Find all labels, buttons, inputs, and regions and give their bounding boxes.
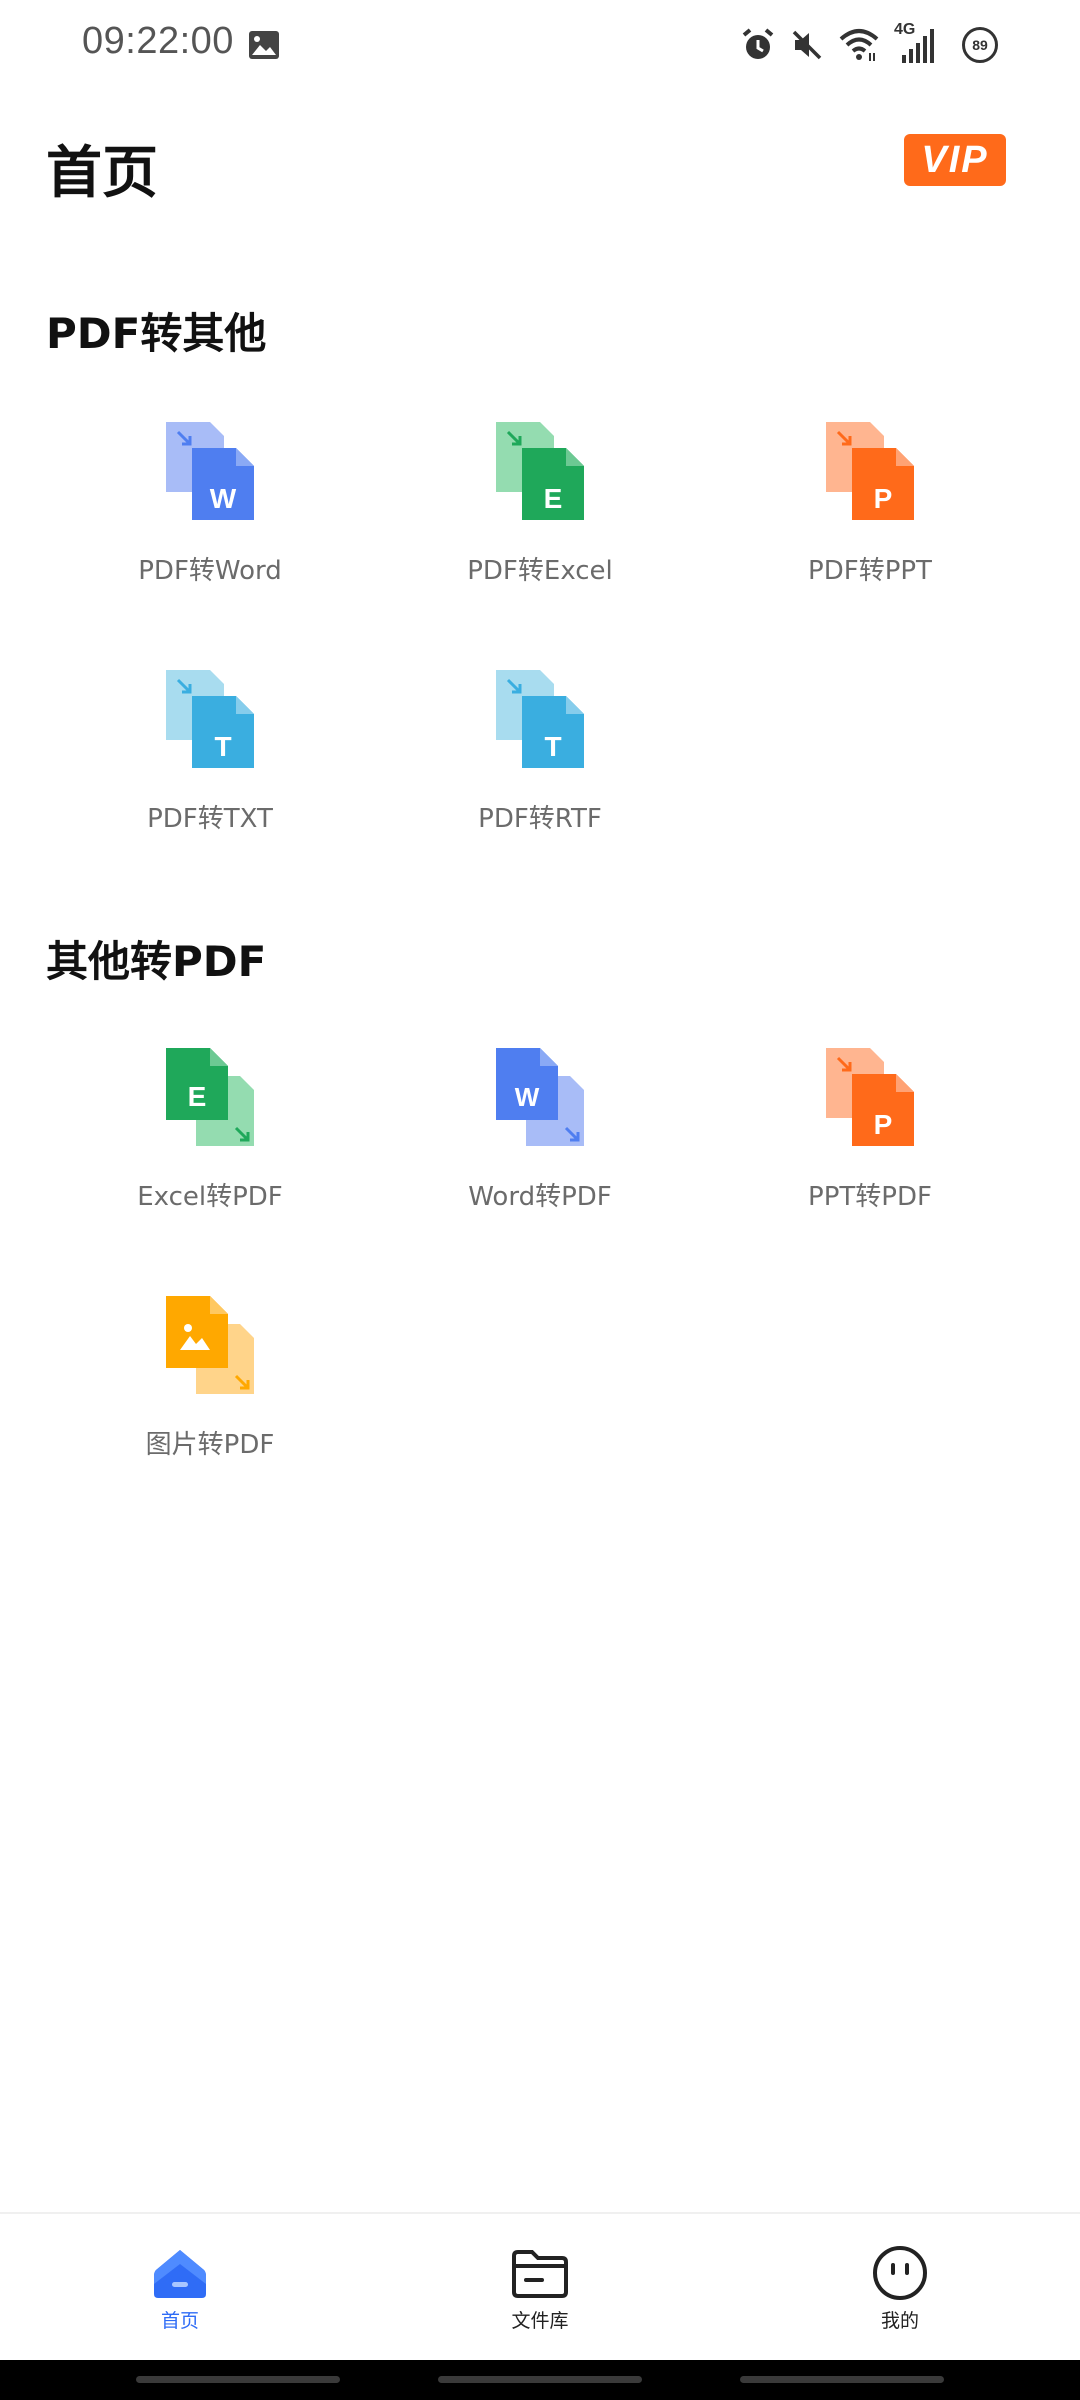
svg-text:P: P bbox=[874, 483, 893, 514]
excel-to-pdf-icon: E bbox=[166, 1048, 254, 1146]
svg-text:P: P bbox=[874, 1109, 893, 1140]
pdf-to-txt-icon: T bbox=[166, 670, 254, 768]
svg-text:E: E bbox=[544, 483, 563, 514]
status-bar: 09:22:00 4G 89 bbox=[0, 0, 1080, 90]
tool-word-to-pdf[interactable]: W Word转PDF bbox=[375, 1046, 705, 1246]
battery-icon: 89 bbox=[962, 27, 998, 63]
image-icon bbox=[249, 31, 279, 59]
nav-label-home: 首页 bbox=[160, 2310, 199, 2332]
tool-ppt-to-pdf[interactable]: P PPT转PDF bbox=[705, 1046, 1035, 1246]
tool-label: PDF转TXT bbox=[147, 804, 273, 834]
tool-pdf-to-excel[interactable]: E PDF转Excel bbox=[375, 420, 705, 620]
pdf-to-rtf-icon: T bbox=[496, 670, 584, 768]
alarm-icon bbox=[742, 28, 774, 59]
svg-text:W: W bbox=[515, 1082, 540, 1112]
signal-icon: 4G bbox=[894, 21, 938, 65]
system-gesture-bar bbox=[0, 2360, 1080, 2400]
tool-image-to-pdf[interactable]: 图片转PDF bbox=[45, 1294, 375, 1494]
tool-label: 图片转PDF bbox=[145, 1430, 275, 1460]
svg-text:W: W bbox=[210, 483, 237, 514]
home-icon bbox=[154, 2250, 206, 2298]
svg-text:T: T bbox=[544, 731, 561, 762]
nav-label-profile: 我的 bbox=[880, 2310, 919, 2332]
status-icons: 4G 89 bbox=[740, 21, 998, 68]
svg-text:T: T bbox=[214, 731, 231, 762]
tool-excel-to-pdf[interactable]: E Excel转PDF bbox=[45, 1046, 375, 1246]
mute-icon bbox=[792, 30, 822, 60]
tool-label: PDF转RTF bbox=[478, 804, 602, 834]
folder-icon bbox=[512, 2250, 568, 2298]
tool-pdf-to-txt[interactable]: T PDF转TXT bbox=[45, 668, 375, 868]
tool-pdf-to-ppt[interactable]: P PDF转PPT bbox=[705, 420, 1035, 620]
vip-button[interactable]: VIP bbox=[904, 134, 1006, 186]
gesture-pill-left[interactable] bbox=[136, 2376, 340, 2383]
wifi-icon bbox=[839, 29, 879, 61]
pdf-to-excel-icon: E bbox=[496, 422, 584, 520]
tool-label: PDF转Excel bbox=[467, 556, 613, 586]
nav-item-files[interactable]: 文件库 bbox=[440, 2244, 640, 2333]
nav-item-home[interactable]: 首页 bbox=[80, 2244, 280, 2333]
status-time: 09:22:00 bbox=[82, 20, 234, 62]
page-title: 首页 bbox=[46, 141, 158, 206]
svg-text:E: E bbox=[188, 1081, 207, 1112]
nav-item-profile[interactable]: 我的 bbox=[800, 2244, 1000, 2333]
tool-pdf-to-word[interactable]: W PDF转Word bbox=[45, 420, 375, 620]
tool-label: Excel转PDF bbox=[137, 1182, 283, 1212]
gesture-pill-center[interactable] bbox=[438, 2376, 642, 2383]
section-title-pdf-to-other: PDF转其他 bbox=[46, 309, 267, 358]
word-to-pdf-icon: W bbox=[496, 1048, 584, 1146]
profile-face-icon bbox=[873, 2246, 927, 2300]
tool-label: PPT转PDF bbox=[808, 1182, 932, 1212]
tool-label: PDF转PPT bbox=[808, 556, 932, 586]
image-to-pdf-icon bbox=[166, 1296, 254, 1394]
tool-label: PDF转Word bbox=[138, 556, 282, 586]
bottom-nav: 首页 文件库 我的 bbox=[0, 2212, 1080, 2360]
ppt-to-pdf-icon: P bbox=[826, 1048, 914, 1146]
tool-pdf-to-rtf[interactable]: T PDF转RTF bbox=[375, 668, 705, 868]
pdf-to-ppt-icon: P bbox=[826, 422, 914, 520]
gesture-pill-right[interactable] bbox=[740, 2376, 944, 2383]
tool-label: Word转PDF bbox=[468, 1182, 612, 1212]
nav-label-files: 文件库 bbox=[511, 2310, 569, 2332]
section-title-other-to-pdf: 其他转PDF bbox=[46, 937, 267, 986]
pdf-to-word-icon: W bbox=[166, 422, 254, 520]
